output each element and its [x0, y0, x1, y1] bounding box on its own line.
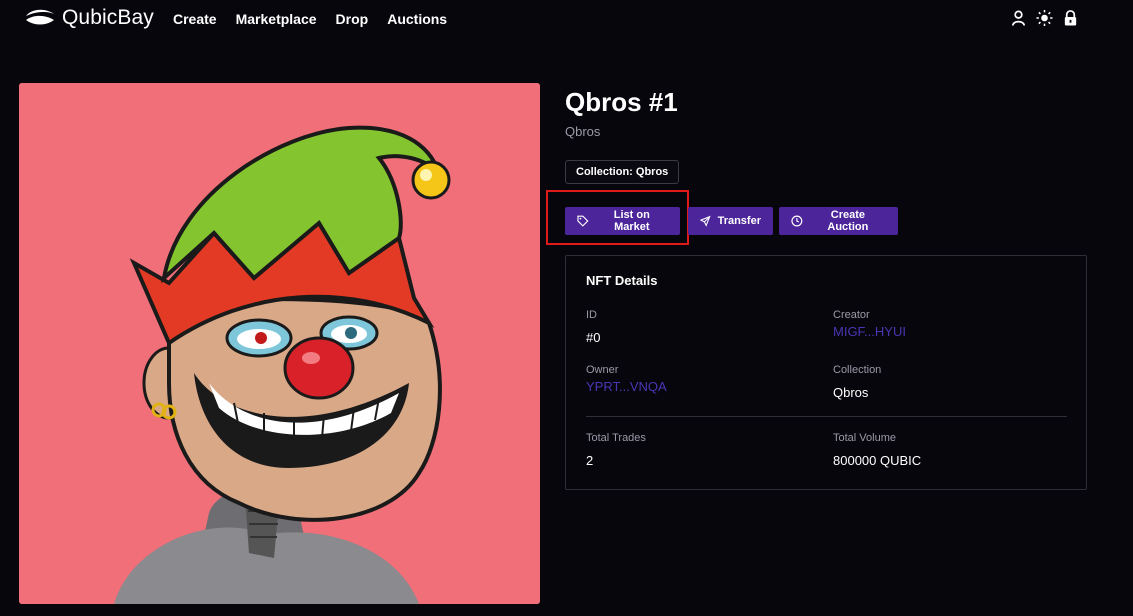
- field-collection: Collection Qbros: [833, 364, 881, 400]
- clock-icon: [791, 215, 803, 227]
- elf-clown-illustration: [19, 83, 540, 604]
- nav-link-create[interactable]: Create: [173, 11, 217, 27]
- id-label: ID: [586, 309, 597, 321]
- create-auction-button[interactable]: Create Auction: [779, 207, 898, 235]
- nav-links: Create Marketplace Drop Auctions: [173, 11, 447, 27]
- nav-link-auctions[interactable]: Auctions: [387, 11, 447, 27]
- qubicbay-logo-icon: [26, 9, 54, 25]
- nav-link-drop[interactable]: Drop: [336, 11, 369, 27]
- nft-image: [19, 83, 540, 604]
- creator-label: Creator: [833, 309, 870, 321]
- field-owner: Owner YPRT...VNQA: [586, 364, 667, 394]
- lock-icon[interactable]: [1062, 9, 1079, 27]
- total-trades-label: Total Trades: [586, 432, 646, 444]
- tag-icon: [577, 215, 589, 227]
- total-volume-label: Total Volume: [833, 432, 896, 444]
- nft-subtitle: Qbros: [565, 124, 601, 139]
- send-icon: [700, 215, 711, 227]
- transfer-label: Transfer: [717, 215, 761, 227]
- creator-link[interactable]: MIGF...HYUI: [833, 324, 906, 339]
- top-navbar: QubicBay Create Marketplace Drop Auction…: [0, 0, 1133, 38]
- total-volume-value: 800000 QUBIC: [833, 453, 922, 468]
- brand-name: QubicBay: [62, 6, 154, 29]
- list-on-market-button[interactable]: List on Market: [565, 207, 680, 235]
- owner-label: Owner: [586, 364, 619, 376]
- nav-link-marketplace[interactable]: Marketplace: [236, 11, 317, 27]
- create-auction-label: Create Auction: [827, 209, 869, 233]
- user-icon[interactable]: [1010, 9, 1027, 27]
- field-total-trades: Total Trades 2: [586, 432, 646, 468]
- field-creator: Creator MIGF...HYUI: [833, 309, 906, 339]
- details-divider: [586, 416, 1067, 417]
- owner-link[interactable]: YPRT...VNQA: [586, 379, 667, 394]
- brand-logo[interactable]: QubicBay: [24, 6, 154, 30]
- collection-badge[interactable]: Collection: Qbros: [565, 160, 680, 184]
- field-total-volume: Total Volume 800000 QUBIC: [833, 432, 921, 468]
- nft-title: Qbros #1: [565, 87, 678, 117]
- nft-details-panel: NFT Details ID #0 Creator MIGF...HYUI Ow…: [565, 255, 1087, 490]
- transfer-button[interactable]: Transfer: [688, 207, 773, 235]
- collection-label: Collection: [833, 364, 882, 376]
- list-on-market-label: List on Market: [613, 209, 650, 233]
- sun-icon[interactable]: [1036, 9, 1053, 27]
- nav-icons: [1010, 9, 1079, 27]
- collection-value: Qbros: [833, 385, 869, 400]
- total-trades-value: 2: [586, 453, 594, 468]
- details-heading: NFT Details: [586, 273, 658, 288]
- id-value: #0: [586, 330, 601, 345]
- field-id: ID #0: [586, 309, 600, 345]
